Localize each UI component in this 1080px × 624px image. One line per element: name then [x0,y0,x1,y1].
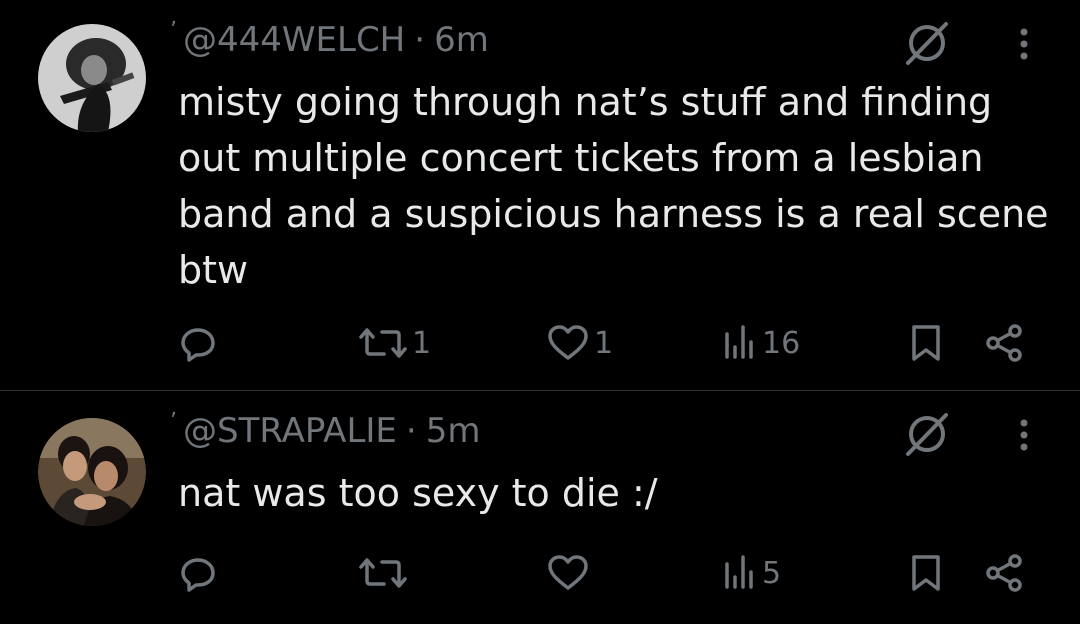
reply-button[interactable] [178,548,222,598]
reply-icon [181,328,215,362]
view-count: 5 [762,555,782,591]
user-handle[interactable]: @444WELCH [183,20,405,60]
timestamp[interactable]: 6m [434,20,489,60]
user-handle[interactable]: @STRAPALIE [183,411,397,451]
share-icon [986,554,1022,592]
retweet-button[interactable] [358,548,412,598]
avatar[interactable] [38,418,146,526]
retweet-icon [359,328,407,358]
grok-icon[interactable] [900,16,954,70]
tweet[interactable]: ʼ @444WELCH · 6m misty going through nat… [0,0,1080,390]
like-button[interactable]: 1 [546,318,613,368]
bookmark-icon [912,325,940,361]
views-button[interactable]: 16 [722,318,800,368]
tweet-text: nat was too sexy to die :/ [178,471,658,515]
like-button[interactable] [546,548,594,598]
tweet-header: ʼ @STRAPALIE · 5m [170,409,480,453]
bookmark-icon [912,555,940,591]
heart-icon [548,555,588,590]
avatar[interactable] [38,24,146,132]
action-bar: 1 1 16 [0,318,1080,368]
reply-icon [181,558,215,592]
views-icon [725,325,753,359]
bookmark-button[interactable] [908,548,944,598]
retweet-icon [359,558,407,588]
mark-glyph: ʼ [170,408,177,434]
share-button[interactable] [984,318,1024,368]
like-count: 1 [594,325,614,361]
view-count: 16 [762,325,801,361]
grok-icon[interactable] [900,407,954,461]
more-options-icon[interactable] [1006,413,1042,457]
heart-icon [548,325,588,360]
share-button[interactable] [984,548,1024,598]
views-icon [725,555,753,589]
timestamp[interactable]: 5m [426,411,481,451]
mark-glyph: ʼ [170,17,177,43]
separator: · [414,20,426,60]
tweet-header: ʼ @444WELCH · 6m [170,18,489,62]
separator: · [405,411,417,451]
retweet-button[interactable]: 1 [358,318,431,368]
reply-button[interactable] [178,318,222,368]
share-icon [986,324,1022,362]
tweet[interactable]: ʼ @STRAPALIE · 5m nat was too sexy to di… [0,391,1080,624]
bookmark-button[interactable] [908,318,944,368]
retweet-count: 1 [412,325,432,361]
tweet-text: misty going through nat’s stuff and find… [178,80,1049,292]
more-options-icon[interactable] [1006,22,1042,66]
views-button[interactable]: 5 [722,548,781,598]
action-bar: 5 [0,548,1080,598]
